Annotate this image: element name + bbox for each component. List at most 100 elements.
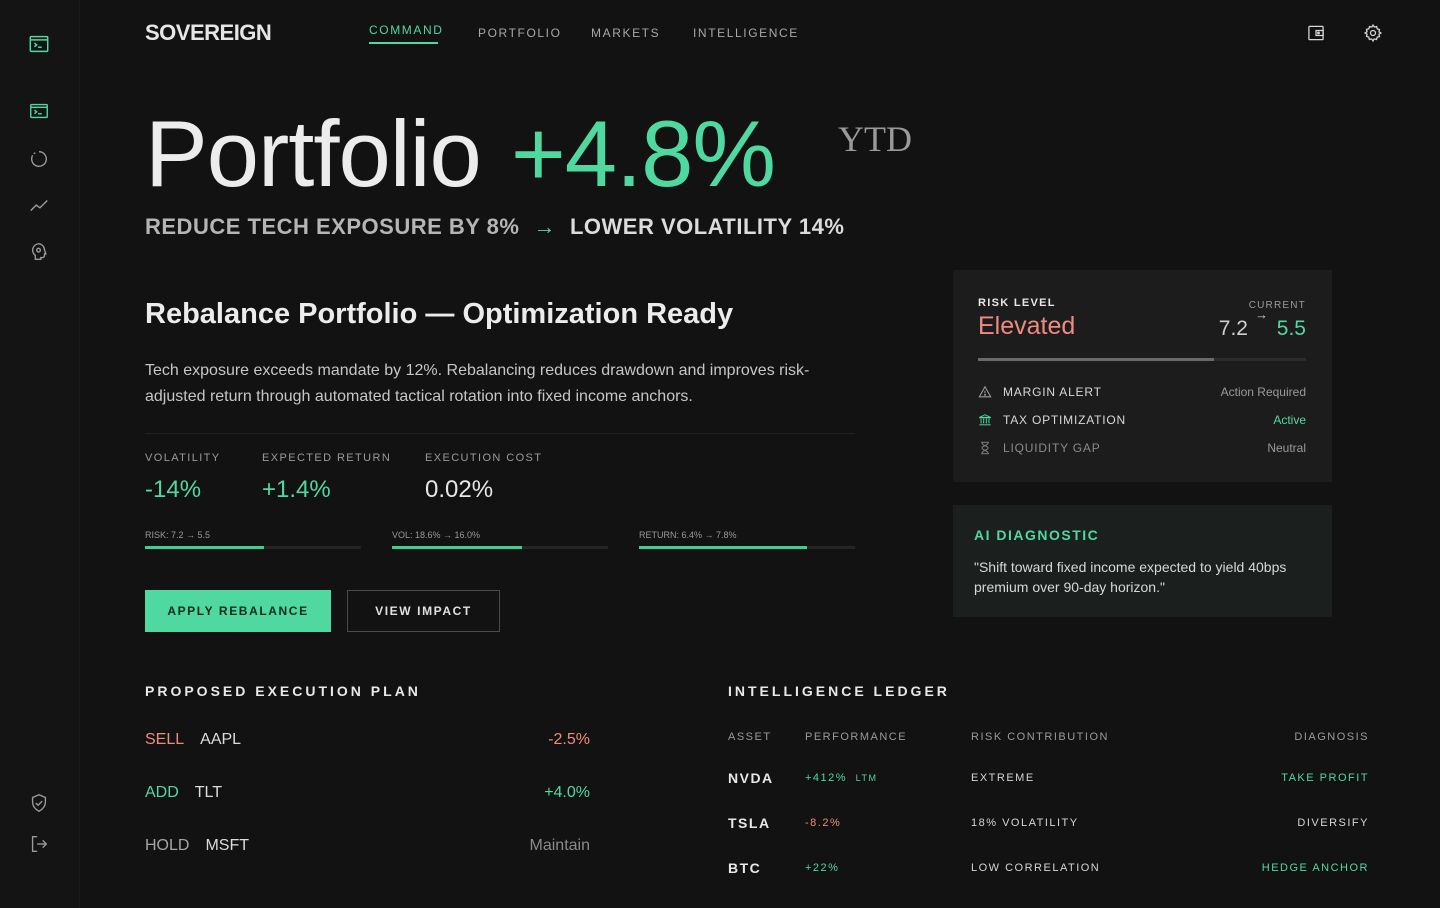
rebalance-description: Tech exposure exceeds mandate by 12%. Re… bbox=[145, 362, 810, 405]
metric-value: +1.4% bbox=[262, 476, 331, 503]
ledger-header-asset: ASSET bbox=[728, 731, 772, 743]
hero-headline: Portfolio +4.8% bbox=[145, 100, 776, 208]
plan-row[interactable]: HOLD MSFT Maintain bbox=[145, 837, 590, 855]
nav-active-indicator bbox=[369, 42, 438, 44]
ledger-asset[interactable]: BTC bbox=[728, 860, 761, 876]
metric-value: 0.02% bbox=[425, 476, 494, 503]
risk-label: RISK LEVEL bbox=[978, 297, 1056, 309]
wallet-icon[interactable] bbox=[1305, 22, 1327, 44]
sidebar bbox=[0, 0, 80, 908]
progress-label: RETURN: 6.4% → 7.8% bbox=[639, 530, 737, 540]
ledger-header-diagnosis: DIAGNOSIS bbox=[1294, 731, 1369, 743]
nav-command[interactable]: COMMAND bbox=[369, 23, 444, 37]
progress-track bbox=[392, 546, 608, 549]
ledger-risk: LOW CORRELATION bbox=[971, 862, 1101, 874]
ledger-diagnosis[interactable]: DIVERSIFY bbox=[1297, 817, 1369, 829]
risk-card: RISK LEVEL Elevated CURRENT 7.2 → 5.5 MA… bbox=[953, 270, 1332, 482]
metric-label: EXECUTION COST bbox=[425, 452, 543, 464]
return-progress: RETURN: 6.4% → 7.8% bbox=[639, 530, 855, 549]
ai-diagnostic-text: "Shift toward fixed income expected to y… bbox=[974, 559, 1287, 595]
plan-ticker: AAPL bbox=[200, 731, 242, 748]
ai-diagnostic-title: AI DIAGNOSTIC bbox=[974, 527, 1100, 543]
hero-subline: REDUCE TECH EXPOSURE BY 8% → LOWER VOLATIL… bbox=[145, 214, 844, 240]
metric-volatility: VOLATILITY -14% bbox=[145, 452, 221, 504]
risk-row-liquidity[interactable]: LIQUIDITY GAP Neutral bbox=[978, 441, 1306, 455]
ledger-diagnosis[interactable]: HEDGE ANCHOR bbox=[1262, 862, 1369, 874]
nav-intelligence[interactable]: INTELLIGENCE bbox=[693, 26, 799, 40]
arrow-right-icon: → bbox=[1255, 307, 1268, 322]
ledger-performance: +412% LTM bbox=[805, 772, 877, 784]
rebalance-title: Rebalance Portfolio — Optimization Ready bbox=[145, 298, 734, 330]
ledger-header-performance: PERFORMANCE bbox=[805, 731, 908, 743]
nav-markets[interactable]: MARKETS bbox=[591, 26, 660, 40]
plan-action: HOLD bbox=[145, 837, 190, 854]
risk-row-name: MARGIN ALERT bbox=[1003, 385, 1102, 399]
risk-from: 7.2 bbox=[1218, 317, 1248, 340]
logout-icon[interactable] bbox=[27, 832, 51, 856]
metric-label: VOLATILITY bbox=[145, 452, 221, 464]
progress-track bbox=[145, 546, 361, 549]
performance-value: +412% bbox=[805, 772, 848, 784]
plan-ticker: TLT bbox=[194, 784, 223, 801]
hero-change: +4.8% bbox=[510, 101, 776, 206]
ledger-performance: -8.2% bbox=[805, 817, 842, 829]
ai-diagnostic-card: AI DIAGNOSTIC "Shift toward fixed income… bbox=[953, 505, 1332, 617]
plan-action: ADD bbox=[145, 784, 179, 801]
progress-track bbox=[639, 546, 855, 549]
progress-fill bbox=[145, 546, 264, 549]
ledger-asset[interactable]: NVDA bbox=[728, 770, 774, 786]
ledger-performance: +22% bbox=[805, 862, 840, 874]
metric-value: -14% bbox=[145, 476, 202, 503]
brand-logo[interactable]: SOVEREIGN bbox=[145, 20, 272, 46]
gear-icon[interactable] bbox=[1362, 22, 1384, 44]
trend-icon[interactable] bbox=[27, 194, 51, 218]
volatility-progress: VOL: 18.6% → 16.0% bbox=[392, 530, 608, 549]
risk-row-name: LIQUIDITY GAP bbox=[1003, 441, 1101, 455]
view-impact-button[interactable]: VIEW IMPACT bbox=[347, 590, 500, 632]
plan-row[interactable]: SELL AAPL -2.5% bbox=[145, 731, 590, 749]
brain-icon[interactable] bbox=[27, 240, 51, 264]
circle-icon[interactable] bbox=[27, 147, 51, 171]
progress-fill bbox=[639, 546, 808, 549]
plan-value: -2.5% bbox=[548, 731, 590, 748]
divider bbox=[145, 433, 855, 434]
risk-row-status: Active bbox=[1273, 413, 1306, 427]
metric-label: EXPECTED RETURN bbox=[262, 452, 392, 464]
ledger-diagnosis[interactable]: TAKE PROFIT bbox=[1281, 772, 1369, 784]
risk-progress: RISK: 7.2 → 5.5 bbox=[145, 530, 361, 549]
plan-title: PROPOSED EXECUTION PLAN bbox=[145, 683, 421, 699]
terminal-icon[interactable] bbox=[27, 99, 51, 123]
ledger-asset[interactable]: TSLA bbox=[728, 815, 771, 831]
plan-action: SELL bbox=[145, 731, 185, 748]
warning-icon bbox=[978, 385, 992, 399]
plan-value: Maintain bbox=[529, 837, 590, 854]
hero-period: YTD bbox=[838, 119, 912, 159]
risk-row-status: Neutral bbox=[1267, 441, 1306, 455]
hero-action: REDUCE TECH EXPOSURE BY 8% bbox=[145, 214, 520, 239]
apply-rebalance-button[interactable]: APPLY REBALANCE bbox=[145, 590, 331, 632]
risk-to: 5.5 bbox=[1276, 317, 1306, 340]
nav-portfolio[interactable]: PORTFOLIO bbox=[478, 26, 562, 40]
ledger-header-risk: RISK CONTRIBUTION bbox=[971, 731, 1109, 743]
plan-row[interactable]: ADD TLT +4.0% bbox=[145, 784, 590, 802]
risk-row-name: TAX OPTIMIZATION bbox=[1003, 413, 1127, 427]
terminal-icon[interactable] bbox=[27, 32, 51, 56]
arrow-right-icon: → bbox=[533, 214, 556, 239]
risk-row-tax[interactable]: TAX OPTIMIZATION Active bbox=[978, 413, 1306, 427]
hero-title: Portfolio bbox=[145, 101, 482, 206]
performance-note: LTM bbox=[855, 773, 878, 783]
hourglass-icon bbox=[978, 441, 992, 455]
metric-execution-cost: EXECUTION COST 0.02% bbox=[425, 452, 542, 504]
progress-fill bbox=[392, 546, 522, 549]
shield-check-icon[interactable] bbox=[27, 791, 51, 815]
bank-icon bbox=[978, 413, 992, 427]
progress-label: VOL: 18.6% → 16.0% bbox=[392, 530, 481, 540]
ledger-risk: EXTREME bbox=[971, 772, 1035, 784]
ledger-risk: 18% VOLATILITY bbox=[971, 817, 1079, 829]
risk-level: Elevated bbox=[978, 312, 1076, 340]
plan-ticker: MSFT bbox=[205, 837, 249, 854]
metric-expected-return: EXPECTED RETURN +1.4% bbox=[262, 452, 391, 504]
plan-value: +4.0% bbox=[544, 784, 590, 801]
progress-label: RISK: 7.2 → 5.5 bbox=[145, 530, 211, 540]
risk-row-margin[interactable]: MARGIN ALERT Action Required bbox=[978, 385, 1306, 399]
